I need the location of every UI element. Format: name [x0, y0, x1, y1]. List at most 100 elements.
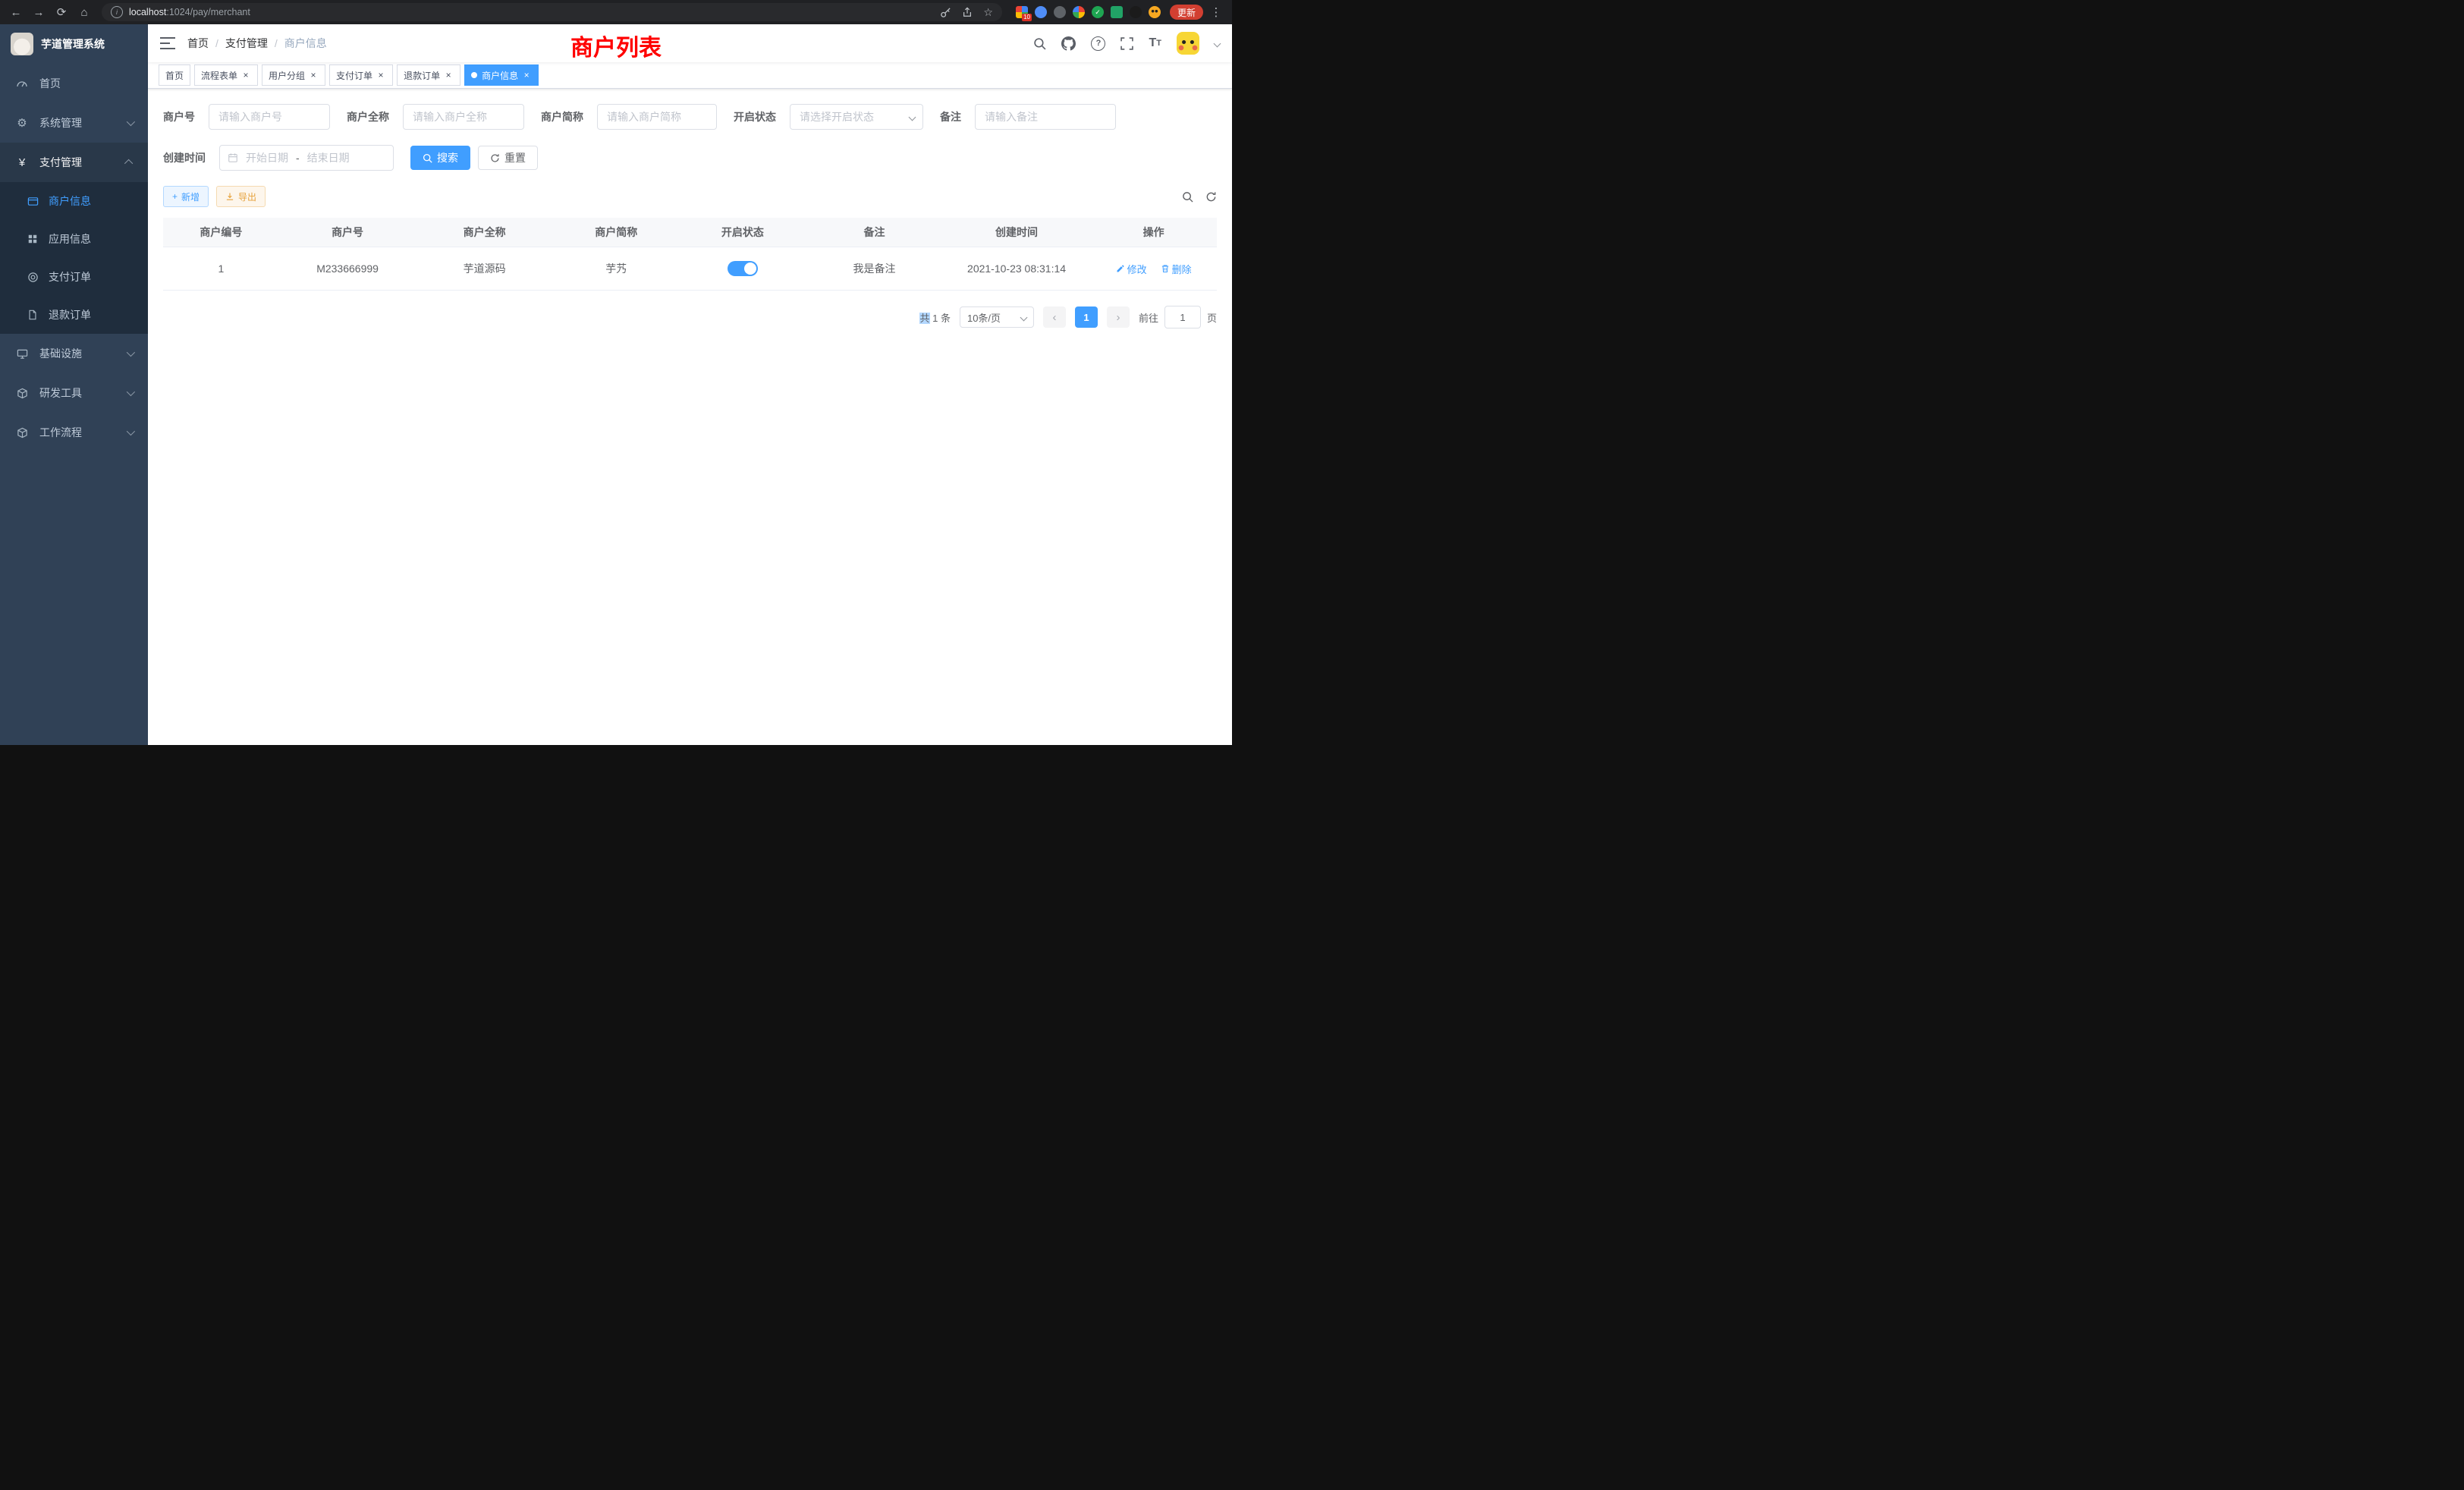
target-icon: [26, 272, 39, 283]
tab-label: 商户信息: [482, 69, 518, 82]
tab-merchant-info[interactable]: 商户信息: [464, 64, 539, 86]
address-bar[interactable]: i localhost:1024/pay/merchant ☆: [102, 3, 1002, 21]
breadcrumb: 首页 支付管理 商户信息: [187, 36, 327, 51]
edit-link[interactable]: 修改: [1116, 262, 1147, 276]
cell-short-name: 芋艿: [553, 247, 680, 291]
field-label: 备注: [940, 109, 961, 124]
export-button[interactable]: 导出: [216, 186, 266, 207]
short-name-input[interactable]: [597, 104, 717, 130]
status-toggle[interactable]: [728, 261, 758, 276]
forward-icon[interactable]: →: [29, 2, 49, 22]
chevron-down-icon: [1020, 313, 1028, 321]
prev-page-button[interactable]: ‹: [1043, 306, 1066, 328]
fullscreen-icon[interactable]: [1120, 37, 1133, 50]
browser-update-button[interactable]: 更新: [1170, 5, 1203, 20]
sidebar-item-label: 工作流程: [39, 425, 82, 440]
extension-icon[interactable]: [1073, 6, 1085, 18]
next-page-button[interactable]: ›: [1107, 306, 1130, 328]
share-icon[interactable]: [962, 7, 973, 17]
tab-pay-order[interactable]: 支付订单: [329, 64, 393, 86]
full-name-input[interactable]: [403, 104, 524, 130]
col-header-remark: 备注: [806, 218, 943, 247]
tab-process-form[interactable]: 流程表单: [194, 64, 258, 86]
cell-status: [680, 247, 806, 291]
browser-menu-icon[interactable]: ⋮: [1206, 2, 1226, 22]
extension-icon[interactable]: [1054, 6, 1066, 18]
font-size-icon[interactable]: TT: [1149, 37, 1161, 49]
back-icon[interactable]: ←: [6, 2, 26, 22]
page-number-button[interactable]: 1: [1075, 306, 1098, 328]
search-toggle-icon[interactable]: [1182, 191, 1193, 203]
goto-page-input[interactable]: [1164, 306, 1201, 328]
extension-icon[interactable]: [1130, 6, 1142, 18]
page-size-value: 10条/页: [967, 310, 1001, 325]
search-icon[interactable]: [1033, 37, 1046, 50]
sidebar-item-label: 基础设施: [39, 346, 82, 361]
field-label: 商户简称: [541, 109, 583, 124]
tab-label: 首页: [165, 69, 184, 82]
home-icon[interactable]: ⌂: [74, 2, 94, 22]
reload-icon[interactable]: ⟳: [52, 2, 71, 22]
close-icon[interactable]: [443, 70, 454, 80]
close-icon[interactable]: [308, 70, 319, 80]
bookmark-star-icon[interactable]: ☆: [983, 6, 993, 19]
cell-create-time: 2021-10-23 08:31:14: [943, 247, 1090, 291]
close-icon[interactable]: [240, 70, 251, 80]
field-label: 商户号: [163, 109, 195, 124]
tab-label: 支付订单: [336, 69, 372, 82]
app-frame: 芋道管理系统 首页 ⚙ 系统管理 ¥ 支付管理: [0, 24, 1232, 745]
extension-icon[interactable]: [1111, 6, 1123, 18]
merchant-no-input[interactable]: [209, 104, 330, 130]
profile-avatar-icon[interactable]: [1149, 6, 1161, 18]
hamburger-icon[interactable]: [160, 36, 175, 50]
extension-icon[interactable]: [1092, 6, 1104, 18]
sidebar-item-pay-order[interactable]: 支付订单: [0, 258, 148, 296]
password-key-icon[interactable]: [940, 7, 951, 18]
search-button[interactable]: 搜索: [410, 146, 470, 170]
sidebar-item-app-info[interactable]: 应用信息: [0, 220, 148, 258]
chevron-down-icon: [127, 118, 135, 126]
site-info-icon[interactable]: i: [111, 6, 123, 18]
remark-input[interactable]: [975, 104, 1116, 130]
app-logo[interactable]: 芋道管理系统: [0, 24, 148, 64]
close-icon[interactable]: [521, 70, 532, 80]
sidebar-item-system[interactable]: ⚙ 系统管理: [0, 103, 148, 143]
breadcrumb-item[interactable]: 支付管理: [209, 36, 268, 51]
status-select[interactable]: 请选择开启状态: [790, 104, 923, 130]
reset-button[interactable]: 重置: [478, 146, 538, 170]
user-avatar[interactable]: [1177, 32, 1199, 55]
delete-link[interactable]: 删除: [1161, 262, 1192, 276]
refresh-icon[interactable]: [1205, 191, 1217, 203]
omnibox-actions: ☆: [940, 6, 993, 19]
sidebar-item-label: 商户信息: [49, 193, 91, 209]
filter-full-name: 商户全称: [347, 104, 524, 130]
breadcrumb-item[interactable]: 首页: [187, 36, 209, 51]
sidebar-item-infrastructure[interactable]: 基础设施: [0, 334, 148, 373]
merchant-table: 商户编号 商户号 商户全称 商户简称 开启状态 备注 创建时间 操作 1: [163, 218, 1217, 291]
cell-full-name: 芋道源码: [416, 247, 553, 291]
sidebar-item-dev-tools[interactable]: 研发工具: [0, 373, 148, 413]
github-icon[interactable]: [1061, 36, 1076, 51]
card-icon: [26, 196, 39, 207]
col-header-merchant-no: 商户号: [279, 218, 416, 247]
extension-badge: 10: [1022, 14, 1032, 21]
sidebar-item-home[interactable]: 首页: [0, 64, 148, 103]
add-button[interactable]: + 新增: [163, 186, 209, 207]
help-icon[interactable]: ?: [1091, 36, 1105, 51]
sidebar-item-workflow[interactable]: 工作流程: [0, 413, 148, 452]
page-size-select[interactable]: 10条/页: [960, 306, 1034, 328]
tab-user-group[interactable]: 用户分组: [262, 64, 325, 86]
date-range-picker[interactable]: 开始日期 - 结束日期: [219, 145, 394, 171]
extension-icon[interactable]: 10: [1016, 6, 1028, 18]
sidebar-item-merchant-info[interactable]: 商户信息: [0, 182, 148, 220]
tab-refund-order[interactable]: 退款订单: [397, 64, 460, 86]
delete-link-label: 删除: [1172, 262, 1192, 276]
extension-icon[interactable]: [1035, 6, 1047, 18]
tab-label: 流程表单: [201, 69, 237, 82]
avatar-caret-icon[interactable]: [1214, 39, 1221, 47]
tab-home[interactable]: 首页: [159, 64, 190, 86]
browser-window: ← → ⟳ ⌂ i localhost:1024/pay/merchant ☆ …: [0, 0, 1232, 745]
sidebar-item-payment[interactable]: ¥ 支付管理: [0, 143, 148, 182]
close-icon[interactable]: [376, 70, 386, 80]
sidebar-item-refund-order[interactable]: 退款订单: [0, 296, 148, 334]
